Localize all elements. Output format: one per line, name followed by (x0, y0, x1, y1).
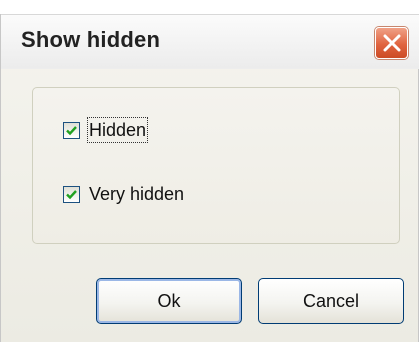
hidden-option[interactable]: Hidden (63, 117, 149, 143)
close-icon (383, 34, 401, 52)
window: Show hidden Hidden Very hidden Ok Cancel (0, 0, 419, 342)
very-hidden-label[interactable]: Very hidden (89, 183, 184, 205)
cancel-button[interactable]: Cancel (258, 278, 404, 324)
close-button[interactable] (375, 27, 408, 59)
dialog-title: Show hidden (21, 27, 161, 52)
very-hidden-option[interactable]: Very hidden (63, 183, 184, 205)
checkmark-icon (66, 189, 77, 199)
hidden-label[interactable]: Hidden (86, 117, 149, 143)
very-hidden-checkbox[interactable] (63, 185, 80, 203)
hidden-checkbox[interactable] (63, 121, 80, 139)
checkmark-icon (66, 125, 77, 135)
title-bar[interactable]: Show hidden (1, 14, 419, 69)
ok-button[interactable]: Ok (96, 278, 242, 324)
options-group-box (32, 87, 400, 244)
